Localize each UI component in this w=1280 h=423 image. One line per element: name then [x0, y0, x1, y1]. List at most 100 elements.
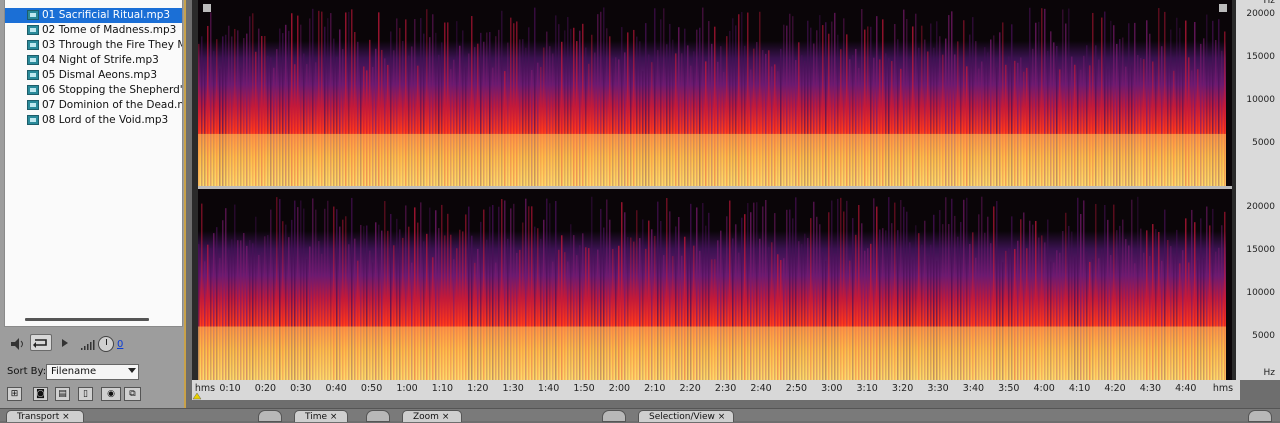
freq-tick: 10000 [1246, 95, 1275, 105]
time-tick: 1:50 [573, 383, 595, 394]
freq-unit-label: Hz [1263, 368, 1276, 378]
files-panel: 01 Sacrificial Ritual.mp3 02 Tome of Mad… [0, 0, 186, 408]
audio-file-icon [27, 100, 39, 110]
panel-grip[interactable] [258, 410, 282, 422]
file-item[interactable]: 04 Night of Strife.mp3 [5, 53, 182, 68]
audio-file-icon [27, 25, 39, 35]
tab-label: Transport [17, 412, 60, 422]
close-file-button[interactable]: ▤ [55, 387, 70, 401]
zoom-corner-handle[interactable] [203, 4, 211, 12]
time-tick: 1:40 [537, 383, 560, 394]
close-icon[interactable]: × [442, 412, 450, 422]
panel-grip[interactable] [366, 410, 390, 422]
time-axis: hms 0:10 0:20 0:30 0:40 0:50 1:00 1:10 1:20 1:30… [192, 380, 1240, 400]
time-tick: 4:20 [1104, 383, 1126, 394]
close-icon[interactable]: × [718, 412, 726, 422]
play-icon[interactable] [60, 338, 70, 348]
time-tick: 3:10 [856, 383, 878, 394]
tab-label: Zoom [413, 412, 439, 422]
options-eye-icon: ◉ [107, 389, 115, 399]
edit-file-icon: ▯ [83, 389, 88, 399]
show-options-button[interactable]: ◉ [101, 387, 121, 401]
freq-tick: 20000 [1246, 202, 1275, 212]
file-item[interactable]: 08 Lord of the Void.mp3 [5, 113, 182, 128]
freq-tick: 10000 [1246, 288, 1275, 298]
panel-grip[interactable] [602, 410, 626, 422]
time-tick: 1:00 [396, 383, 418, 394]
freq-tick: 5000 [1252, 331, 1275, 341]
time-tick: 0:50 [360, 383, 383, 394]
import-icon: ◙ [36, 389, 45, 399]
time-tick: 2:30 [714, 383, 737, 394]
time-tick: 0:10 [219, 383, 241, 394]
audio-file-icon [27, 85, 39, 95]
time-tick: 2:40 [750, 383, 772, 394]
time-tick: 0:20 [254, 383, 277, 394]
panel-grip[interactable] [1248, 410, 1272, 422]
tab-time[interactable]: Time × [294, 410, 348, 422]
file-name: 01 Sacrificial Ritual.mp3 [42, 9, 171, 21]
frequency-axis: Hz 20000 15000 10000 5000 20000 15000 10… [1236, 0, 1280, 380]
file-item[interactable]: 06 Stopping the Shepherd's Return.mp3 [5, 83, 182, 98]
file-name: 06 Stopping the Shepherd's Return.mp3 [42, 84, 182, 96]
speaker-icon[interactable] [10, 337, 26, 351]
time-tick: 4:10 [1068, 383, 1091, 394]
time-tick: 2:10 [644, 383, 666, 394]
tab-label: Selection/View [649, 412, 715, 422]
sort-by-dropdown[interactable]: Filename [46, 364, 139, 380]
file-item[interactable]: 02 Tome of Madness.mp3 [5, 23, 182, 38]
sort-by-label: Sort By: [7, 366, 47, 377]
time-tick: 2:50 [785, 383, 808, 394]
file-name: 05 Dismal Aeons.mp3 [42, 69, 158, 81]
freq-tick: 15000 [1246, 52, 1275, 62]
insert-icon: ⊞ [10, 389, 19, 399]
channel-divider [198, 186, 1232, 189]
edit-file-button[interactable]: ▯ [78, 387, 93, 401]
time-tick: 4:30 [1139, 383, 1162, 394]
spectral-low-band [198, 133, 1226, 186]
spectrogram[interactable] [198, 0, 1232, 380]
media-button[interactable]: ⧉ [124, 387, 141, 401]
time-tick: 0:40 [325, 383, 347, 394]
file-item[interactable]: 03 Through the Fire They March.mp3 [5, 38, 182, 53]
file-list[interactable]: 01 Sacrificial Ritual.mp3 02 Tome of Mad… [4, 0, 183, 327]
close-icon[interactable]: × [62, 412, 70, 422]
playhead-marker-icon[interactable] [192, 393, 202, 400]
file-item[interactable]: 05 Dismal Aeons.mp3 [5, 68, 182, 83]
spectral-display[interactable] [192, 0, 1280, 380]
tab-selection-view[interactable]: Selection/View × [638, 410, 734, 422]
time-tick: 3:00 [821, 383, 843, 394]
audio-file-icon [27, 55, 39, 65]
time-tick: 4:00 [1033, 383, 1055, 394]
freq-tick: 5000 [1252, 138, 1275, 148]
file-item[interactable]: 01 Sacrificial Ritual.mp3 [5, 8, 182, 23]
volume-value[interactable]: 0 [117, 339, 123, 350]
freq-unit-label: Hz [1263, 0, 1276, 6]
tab-label: Time [305, 412, 328, 422]
freq-tick: 15000 [1246, 245, 1275, 255]
tab-transport[interactable]: Transport × [6, 410, 84, 422]
time-tick: 0:30 [290, 383, 312, 394]
close-file-icon: ▤ [58, 389, 67, 399]
loop-button[interactable] [30, 334, 52, 351]
file-name: 04 Night of Strife.mp3 [42, 54, 159, 66]
sort-by-value: Filename [51, 366, 97, 377]
time-tick: 4:40 [1175, 383, 1197, 394]
close-icon[interactable]: × [330, 412, 338, 422]
insert-into-multitrack-button[interactable]: ⊞ [7, 387, 22, 401]
volume-knob[interactable] [98, 336, 114, 352]
import-button[interactable]: ◙ [33, 387, 48, 401]
chevron-down-icon [128, 368, 136, 373]
time-tick: 2:00 [608, 383, 631, 394]
zoom-corner-handle[interactable] [1219, 4, 1227, 12]
horizontal-scrollbar[interactable] [25, 318, 149, 321]
file-name: 07 Dominion of the Dead.mp3 [42, 99, 182, 111]
audio-file-icon [27, 40, 39, 50]
time-tick: 1:30 [502, 383, 524, 394]
time-tick: 3:20 [891, 383, 914, 394]
file-name: 02 Tome of Madness.mp3 [42, 24, 177, 36]
freq-tick: 20000 [1246, 9, 1275, 19]
tab-zoom[interactable]: Zoom × [402, 410, 462, 422]
file-item[interactable]: 07 Dominion of the Dead.mp3 [5, 98, 182, 113]
file-name: 03 Through the Fire They March.mp3 [42, 39, 182, 51]
